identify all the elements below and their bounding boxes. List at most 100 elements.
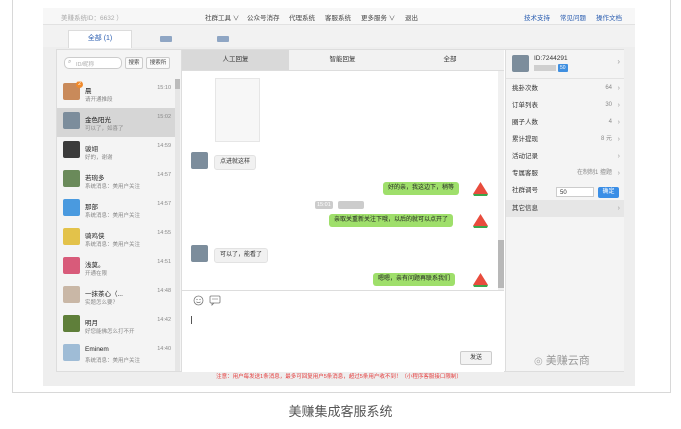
timestamp-blur (338, 201, 364, 209)
menu-community-tools[interactable]: 社群工具 ∨ (205, 12, 239, 22)
conversation-item[interactable]: Eminem 14:40 系统消息：美用户关注 (57, 340, 175, 369)
message-in: 点进就这样 (214, 155, 257, 170)
message-input-area[interactable]: 发送 (182, 290, 504, 372)
info-row[interactable]: 专属客服 在制制1 擅题 › (506, 165, 624, 182)
info-label: 订单列表 (512, 102, 538, 109)
conversation-name: 明月 (85, 320, 98, 327)
info-value: 30 (605, 102, 612, 108)
info-label: 圈子人数 (512, 119, 538, 126)
tab-bar: 全部 (1) (43, 25, 635, 48)
top-navbar: 美赚系统ID：6632 ） 社群工具 ∨ 公众号消存 代理系统 客服系统 更多服… (43, 8, 635, 25)
chevron-right-icon: › (617, 205, 620, 212)
conversation-preview: 好您能佛怎么打不开 (85, 329, 135, 335)
info-label: 专属客服 (512, 170, 538, 177)
reply-tabs: 人工回复 智能回复 全部 (182, 50, 504, 71)
menu-more-services[interactable]: 更多服务 ∨ (361, 12, 395, 22)
tab-icon[interactable] (160, 36, 172, 42)
watermelon-avatar (472, 212, 489, 229)
message-out: 好的亲，我这边下，稍等 (383, 182, 460, 195)
tab-all[interactable]: 全部 (1) (68, 30, 132, 48)
emoji-icon[interactable] (193, 295, 204, 308)
image-message[interactable] (215, 78, 260, 142)
search-icon: ⌕ (68, 59, 72, 65)
info-label: 活动记录 (512, 153, 538, 160)
menu-logout[interactable]: 退出 (405, 12, 418, 22)
info-row[interactable]: 挑卦次数 64 › (506, 80, 624, 97)
search-all-button[interactable]: 搜索所 (146, 57, 170, 69)
conversation-name: 晨 (85, 88, 92, 95)
conversation-time: 14:51 (157, 259, 171, 265)
info-row[interactable]: 圈子人数 4 › (506, 114, 624, 131)
info-row[interactable]: 活动记录 › (506, 148, 624, 165)
conversation-item[interactable]: 那部 14:57 系统消息：美用户关注 (57, 195, 175, 224)
conversation-item[interactable]: 2 晨 15:10 请开通推段 (57, 79, 175, 108)
message-out: 嗯嗯，亲有问题再联系我们 (373, 273, 456, 286)
quick-reply-icon[interactable] (209, 295, 221, 308)
user-avatar (512, 55, 529, 72)
chat-scrollbar[interactable] (498, 71, 504, 290)
tab-all-replies[interactable]: 全部 (396, 50, 504, 70)
info-row[interactable]: 其它信息 › (506, 200, 624, 217)
avatar (63, 141, 80, 158)
user-nickname-blur (534, 65, 556, 71)
conversation-name: 一抹茶心（... (85, 291, 123, 298)
menu-service-system[interactable]: 客服系统 (325, 12, 351, 22)
conversation-time: 15:02 (157, 114, 171, 120)
chevron-right-icon: › (617, 119, 620, 126)
conversation-item[interactable]: 一抹茶心（... 14:48 实题怎么要？ (57, 282, 175, 311)
user-header: ID:7244291 50 › (506, 50, 624, 79)
conversation-item[interactable]: 明月 14:42 好您能佛怎么打不开 (57, 311, 175, 340)
info-value: 4 (608, 119, 612, 125)
conversation-item[interactable]: 浅莫。 14:51 开通在限 (57, 253, 175, 282)
info-row[interactable]: 订单列表 30 › (506, 97, 624, 114)
wechat-icon: ◎ (534, 356, 543, 367)
conversation-preview: 系统消息：美用户关注 (85, 184, 141, 190)
user-id: ID:7244291 (534, 55, 568, 62)
conversation-preview: 开通在限 (85, 271, 108, 277)
conversation-scrollbar[interactable] (175, 79, 180, 371)
chevron-right-icon: › (617, 136, 620, 143)
conversation-item[interactable]: 骏翊 14:59 好的，谢谢 (57, 137, 175, 166)
avatar (63, 344, 80, 361)
user-info-panel: ID:7244291 50 › 挑卦次数 64 › 订单列表 30 › 圈子人数 4 › 累计提现… (505, 50, 624, 371)
avatar (63, 112, 80, 129)
link-faq[interactable]: 常见问题 (560, 12, 586, 22)
tab-smart-reply[interactable]: 智能回复 (289, 50, 396, 70)
avatar (63, 170, 80, 187)
search-input[interactable]: ⌕ ID/昵称 (64, 57, 122, 69)
community-number-input[interactable]: 50 (556, 187, 594, 197)
conversation-time: 14:55 (157, 230, 171, 236)
tab-icon[interactable] (217, 36, 229, 42)
watermelon-avatar (472, 271, 489, 288)
conversation-time: 14:59 (157, 143, 171, 149)
menu-agent-system[interactable]: 代理系统 (289, 12, 315, 22)
conversation-item[interactable]: 若琬多 14:57 系统消息：美用户关注 (57, 166, 175, 195)
conversation-time: 15:10 (157, 85, 171, 91)
conversation-item[interactable]: 金色阳光 15:02 可以了，如喜了 (57, 108, 175, 137)
chevron-right-icon[interactable]: › (617, 57, 620, 66)
confirm-button[interactable]: 确定 (598, 187, 619, 198)
conversation-panel: ⌕ ID/昵称 搜索 搜索所 2 晨 15:10 请开通推段 金色阳光 15:02 可以了，… (57, 50, 182, 371)
chat-panel: 人工回复 智能回复 全部 点进就这样 好的亲，我这边下，稍等 15:01 亲取关… (182, 50, 504, 372)
conversation-name: 浅莫。 (85, 262, 105, 269)
watermark-text: 美赚云商 (545, 355, 590, 367)
service-app: ⌕ ID/昵称 搜索 搜索所 2 晨 15:10 请开通推段 金色阳光 15:02 可以了，… (56, 49, 624, 372)
info-value: 8 元 (600, 136, 612, 142)
tab-manual-reply[interactable]: 人工回复 (182, 50, 289, 70)
info-label: 累计提现 (512, 136, 538, 143)
conversation-preview: 实题怎么要？ (85, 300, 119, 306)
avatar (63, 228, 80, 245)
link-support[interactable]: 技术支持 (524, 12, 550, 22)
info-label: 挑卦次数 (512, 85, 538, 92)
conversation-preview: 系统消息：美用户关注 (85, 358, 141, 364)
message-in: 可以了，能看了 (214, 248, 269, 263)
link-docs[interactable]: 操作文档 (596, 12, 622, 22)
info-row[interactable]: 累计提现 8 元 › (506, 131, 624, 148)
conversation-preview: 可以了，如喜了 (85, 126, 124, 132)
search-button[interactable]: 搜索 (125, 57, 143, 69)
send-button[interactable]: 发送 (460, 351, 492, 365)
conversation-item[interactable]: 骑鸡侠 14:55 系统消息：美用户关注 (57, 224, 175, 253)
menu-public-account[interactable]: 公众号消存 (247, 12, 280, 22)
conversation-preview: 请开通推段 (85, 97, 113, 103)
conversation-name: 那部 (85, 204, 98, 211)
